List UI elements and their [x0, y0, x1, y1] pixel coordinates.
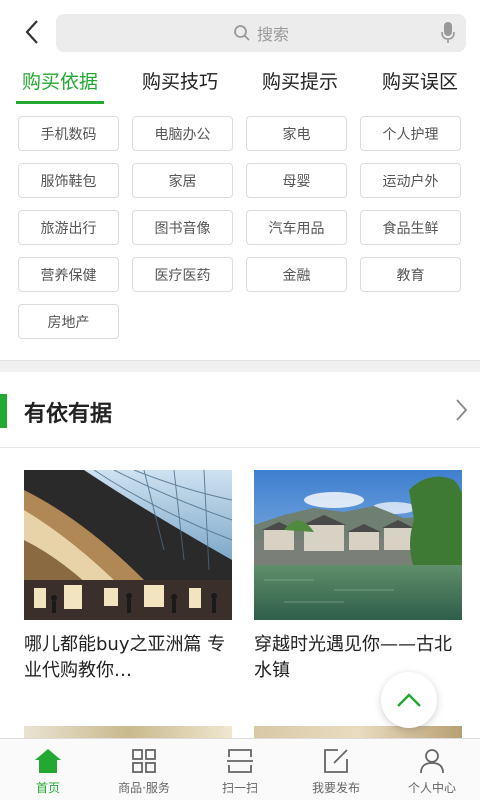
scroll-top-button[interactable] — [381, 672, 437, 728]
nav-label: 商品·服务 — [118, 781, 170, 795]
category-chip[interactable]: 电脑办公 — [132, 116, 233, 151]
search-icon — [234, 25, 250, 41]
article-image-partial[interactable] — [254, 726, 462, 738]
section-title: 有依有据 — [24, 402, 113, 427]
tab-purchase-tips[interactable]: 购买技巧 — [120, 64, 240, 104]
article-image-partial[interactable] — [24, 726, 232, 738]
category-chip[interactable]: 营养保健 — [18, 257, 119, 292]
nav-item-profile[interactable]: 个人中心 — [384, 739, 480, 800]
category-chip[interactable]: 教育 — [360, 257, 461, 292]
category-chip[interactable]: 家电 — [246, 116, 347, 151]
nav-item-products[interactable]: 商品·服务 — [96, 739, 192, 800]
nav-item-scan[interactable]: 扫一扫 — [192, 739, 288, 800]
category-chip[interactable]: 食品生鲜 — [360, 210, 461, 245]
nav-label: 我要发布 — [311, 781, 360, 795]
category-chip[interactable]: 个人护理 — [360, 116, 461, 151]
tab-bar: 购买依据 购买技巧 购买提示 购买误区 — [0, 64, 480, 104]
article-title[interactable]: 哪儿都能buy之亚洲篇 专业代购教你… — [24, 632, 232, 684]
header: 搜索 — [0, 0, 480, 64]
category-chip[interactable]: 金融 — [246, 257, 347, 292]
tab-purchase-reminders[interactable]: 购买提示 — [240, 64, 360, 104]
tab-purchase-basis[interactable]: 购买依据 — [0, 64, 120, 104]
section-divider — [0, 360, 480, 372]
chevron-right-icon[interactable] — [454, 398, 468, 422]
category-chip[interactable]: 医疗医药 — [132, 257, 233, 292]
back-button[interactable] — [14, 14, 50, 50]
microphone-icon[interactable] — [440, 21, 456, 45]
category-chip[interactable]: 母婴 — [246, 163, 347, 198]
article-image-mall[interactable] — [24, 470, 232, 620]
tab-purchase-mistakes[interactable]: 购买误区 — [360, 64, 480, 104]
user-icon — [420, 749, 444, 774]
article-card[interactable]: 哪儿都能buy之亚洲篇 专业代购教你… — [24, 470, 232, 684]
section-accent-bar — [0, 394, 7, 428]
category-grid: 手机数码 电脑办公 家电 个人护理 服饰鞋包 家居 母婴 运动户外 旅游出行 图… — [18, 116, 464, 339]
nav-item-home[interactable]: 首页 — [0, 739, 96, 800]
article-title[interactable]: 穿越时光遇见你——古北水镇 — [254, 632, 462, 684]
article-card[interactable]: 穿越时光遇见你——古北水镇 — [254, 470, 462, 684]
category-chip[interactable]: 家居 — [132, 163, 233, 198]
category-chip[interactable]: 手机数码 — [18, 116, 119, 151]
category-chip[interactable]: 旅游出行 — [18, 210, 119, 245]
nav-label: 首页 — [35, 781, 60, 795]
category-chip[interactable]: 服饰鞋包 — [18, 163, 119, 198]
category-chip[interactable]: 运动户外 — [360, 163, 461, 198]
category-chip[interactable]: 房地产 — [18, 304, 119, 339]
category-chip[interactable]: 图书音像 — [132, 210, 233, 245]
edit-icon — [324, 749, 348, 773]
nav-item-publish[interactable]: 我要发布 — [288, 739, 384, 800]
nav-label: 个人中心 — [407, 781, 456, 795]
home-icon — [35, 749, 61, 773]
scan-icon — [227, 749, 253, 773]
chevron-left-icon — [25, 20, 38, 44]
search-input[interactable]: 搜索 — [56, 14, 466, 52]
section-header[interactable]: 有依有据 — [0, 372, 480, 448]
chevron-up-icon — [397, 693, 421, 707]
category-chip[interactable]: 汽车用品 — [246, 210, 347, 245]
search-placeholder: 搜索 — [256, 25, 289, 44]
grid-icon — [132, 749, 156, 773]
bottom-nav: 首页 商品·服务 扫一扫 我要发布 个人中心 — [0, 738, 480, 800]
article-image-water-town[interactable] — [254, 470, 462, 620]
nav-label: 扫一扫 — [221, 781, 258, 795]
